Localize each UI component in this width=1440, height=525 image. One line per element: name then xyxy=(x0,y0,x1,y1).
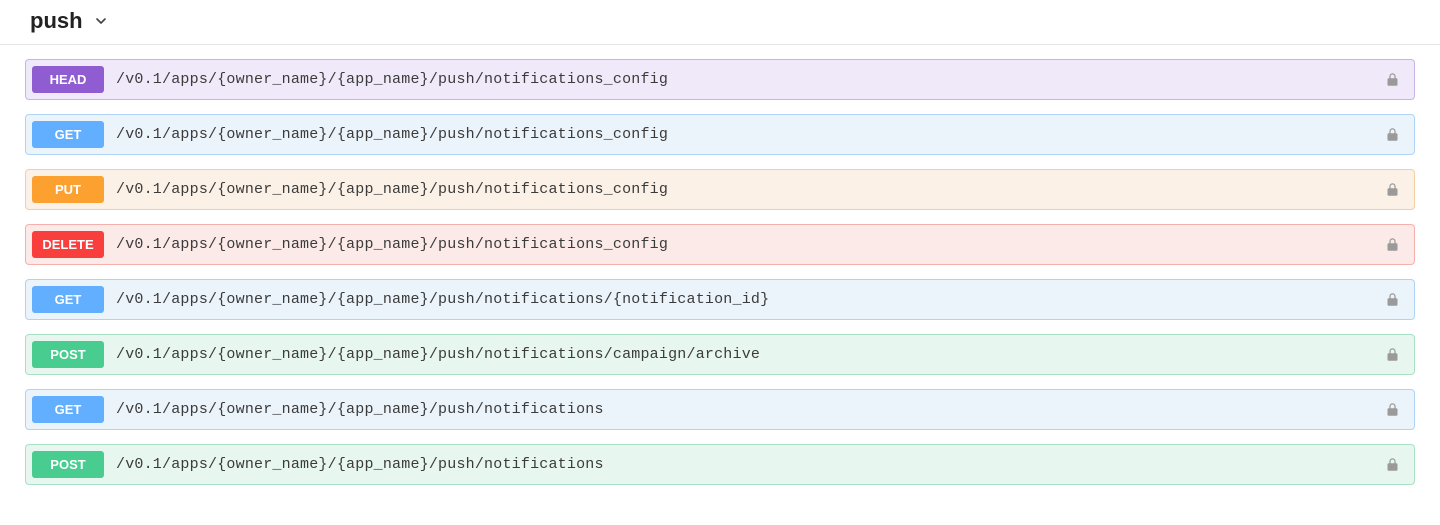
endpoint-path: /v0.1/apps/{owner_name}/{app_name}/push/… xyxy=(116,126,1385,143)
endpoint-path: /v0.1/apps/{owner_name}/{app_name}/push/… xyxy=(116,346,1385,363)
operations-list: HEAD/v0.1/apps/{owner_name}/{app_name}/p… xyxy=(0,45,1440,495)
operation-row[interactable]: GET/v0.1/apps/{owner_name}/{app_name}/pu… xyxy=(25,389,1415,430)
operation-row[interactable]: POST/v0.1/apps/{owner_name}/{app_name}/p… xyxy=(25,334,1415,375)
chevron-down-icon xyxy=(93,13,109,29)
lock-icon[interactable] xyxy=(1385,457,1400,472)
lock-icon[interactable] xyxy=(1385,72,1400,87)
operation-row[interactable]: PUT/v0.1/apps/{owner_name}/{app_name}/pu… xyxy=(25,169,1415,210)
endpoint-path: /v0.1/apps/{owner_name}/{app_name}/push/… xyxy=(116,71,1385,88)
operation-row[interactable]: DELETE/v0.1/apps/{owner_name}/{app_name}… xyxy=(25,224,1415,265)
operation-row[interactable]: POST/v0.1/apps/{owner_name}/{app_name}/p… xyxy=(25,444,1415,485)
method-badge: POST xyxy=(32,451,104,478)
method-badge: GET xyxy=(32,121,104,148)
method-badge: HEAD xyxy=(32,66,104,93)
operation-row[interactable]: GET/v0.1/apps/{owner_name}/{app_name}/pu… xyxy=(25,114,1415,155)
lock-icon[interactable] xyxy=(1385,292,1400,307)
method-badge: PUT xyxy=(32,176,104,203)
endpoint-path: /v0.1/apps/{owner_name}/{app_name}/push/… xyxy=(116,181,1385,198)
endpoint-path: /v0.1/apps/{owner_name}/{app_name}/push/… xyxy=(116,291,1385,308)
endpoint-path: /v0.1/apps/{owner_name}/{app_name}/push/… xyxy=(116,401,1385,418)
endpoint-path: /v0.1/apps/{owner_name}/{app_name}/push/… xyxy=(116,236,1385,253)
operation-row[interactable]: GET/v0.1/apps/{owner_name}/{app_name}/pu… xyxy=(25,279,1415,320)
method-badge: POST xyxy=(32,341,104,368)
lock-icon[interactable] xyxy=(1385,347,1400,362)
endpoint-path: /v0.1/apps/{owner_name}/{app_name}/push/… xyxy=(116,456,1385,473)
method-badge: DELETE xyxy=(32,231,104,258)
method-badge: GET xyxy=(32,396,104,423)
lock-icon[interactable] xyxy=(1385,182,1400,197)
operation-row[interactable]: HEAD/v0.1/apps/{owner_name}/{app_name}/p… xyxy=(25,59,1415,100)
lock-icon[interactable] xyxy=(1385,402,1400,417)
section-header[interactable]: push xyxy=(0,0,1440,45)
lock-icon[interactable] xyxy=(1385,127,1400,142)
method-badge: GET xyxy=(32,286,104,313)
lock-icon[interactable] xyxy=(1385,237,1400,252)
section-title: push xyxy=(30,8,83,34)
